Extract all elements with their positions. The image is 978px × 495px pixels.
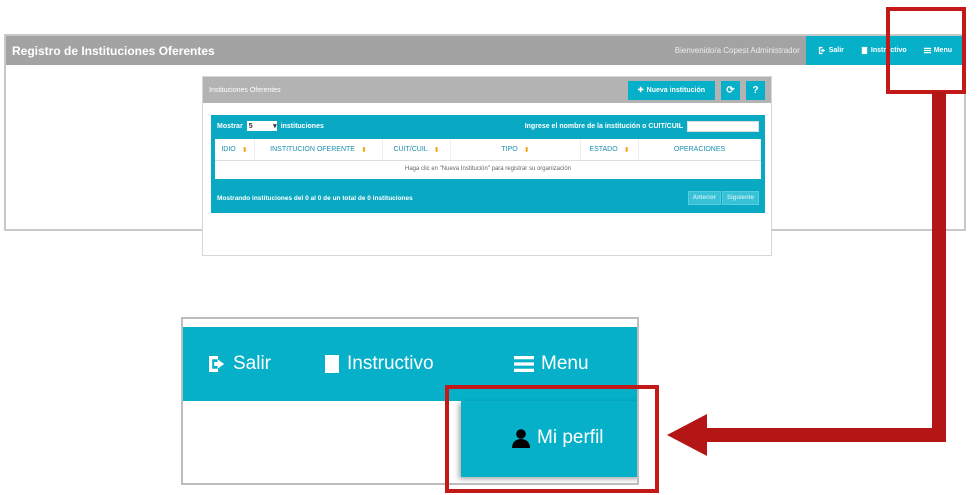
column-header[interactable]: TIPO ⬍ [451,139,581,160]
welcome-text: Bienvenido/a Copest Administrador [674,46,800,55]
column-header[interactable]: ESTADO ⬍ [581,139,639,160]
empty-table-message: Haga clic en "Nueva Institución" para re… [404,166,571,172]
refresh-icon: ⟳ [726,84,735,96]
column-header[interactable]: INSTITUCION OFERENTE ⬍ [255,139,383,160]
hamburger-icon [514,356,534,372]
panel-header: Instituciones Oferentes ✚ Nueva instituc… [203,77,771,103]
table-toolbar: Mostrar 5 ▾ instituciones Ingrese el nom… [211,115,765,137]
arrow-head [667,414,707,456]
column-header[interactable]: IDIO ⬍ [215,139,255,160]
institutions-table: IDIO ⬍ INSTITUCION OFERENTE ⬍ CUIT/CUIL ⬍ T… [215,139,761,179]
book-icon [861,46,868,55]
help-button[interactable]: ? [746,80,765,100]
table-container: Mostrar 5 ▾ instituciones Ingrese el nom… [211,115,765,213]
logout-icon [209,356,225,372]
book-icon [325,355,339,373]
new-institution-label: Nueva institución [646,86,705,94]
zoom-menu[interactable]: Menu [513,353,589,375]
institutions-panel: Instituciones Oferentes ✚ Nueva instituc… [202,76,772,256]
table-info: Mostrando instituciones del 0 al 0 de un… [217,194,413,202]
prev-page-button[interactable]: Anterior [687,191,721,205]
page-size-select[interactable]: 5 ▾ [246,121,277,131]
nav-salir-label: Salir [828,47,844,54]
profile-highlight-box [445,385,659,493]
app-title: Registro de Instituciones Oferentes [12,43,215,58]
column-header[interactable]: CUIT/CUIL ⬍ [383,139,451,160]
zoom-instructivo-label: Instructivo [347,353,434,374]
next-page-button[interactable]: Siguiente [721,191,759,205]
arrow-connector-vertical [932,92,946,442]
arrow-connector-horizontal [700,428,946,442]
search-input[interactable] [687,120,759,132]
zoom-menu-label: Menu [541,353,589,374]
zoom-salir[interactable]: Salir [207,353,271,375]
table-header: IDIO ⬍ INSTITUCION OFERENTE ⬍ CUIT/CUIL ⬍ T… [215,139,761,161]
plus-icon: ✚ [637,87,644,94]
page-size-value: 5 [248,122,253,130]
panel-title: Instituciones Oferentes [209,86,281,94]
menu-highlight-box [886,7,966,94]
help-icon: ? [752,84,759,96]
zoom-instructivo[interactable]: Instructivo [323,353,434,375]
app-screenshot: Registro de Instituciones Oferentes Bien… [4,34,966,256]
show-suffix: instituciones [280,122,324,130]
chevron-down-icon: ▾ [273,123,277,130]
show-label: Mostrar [217,122,243,130]
table-footer: Mostrando instituciones del 0 al 0 de un… [211,187,765,209]
top-bar: Registro de Instituciones Oferentes Bien… [6,36,964,65]
logout-icon [818,46,825,55]
refresh-button[interactable]: ⟳ [721,80,740,100]
nav-salir[interactable]: Salir [810,46,852,55]
search-label: Ingrese el nombre de la institución o CU… [524,122,683,130]
column-header: OPERACIONES [639,139,761,160]
zoom-salir-label: Salir [233,353,272,374]
new-institution-button[interactable]: ✚ Nueva institución [627,80,715,100]
